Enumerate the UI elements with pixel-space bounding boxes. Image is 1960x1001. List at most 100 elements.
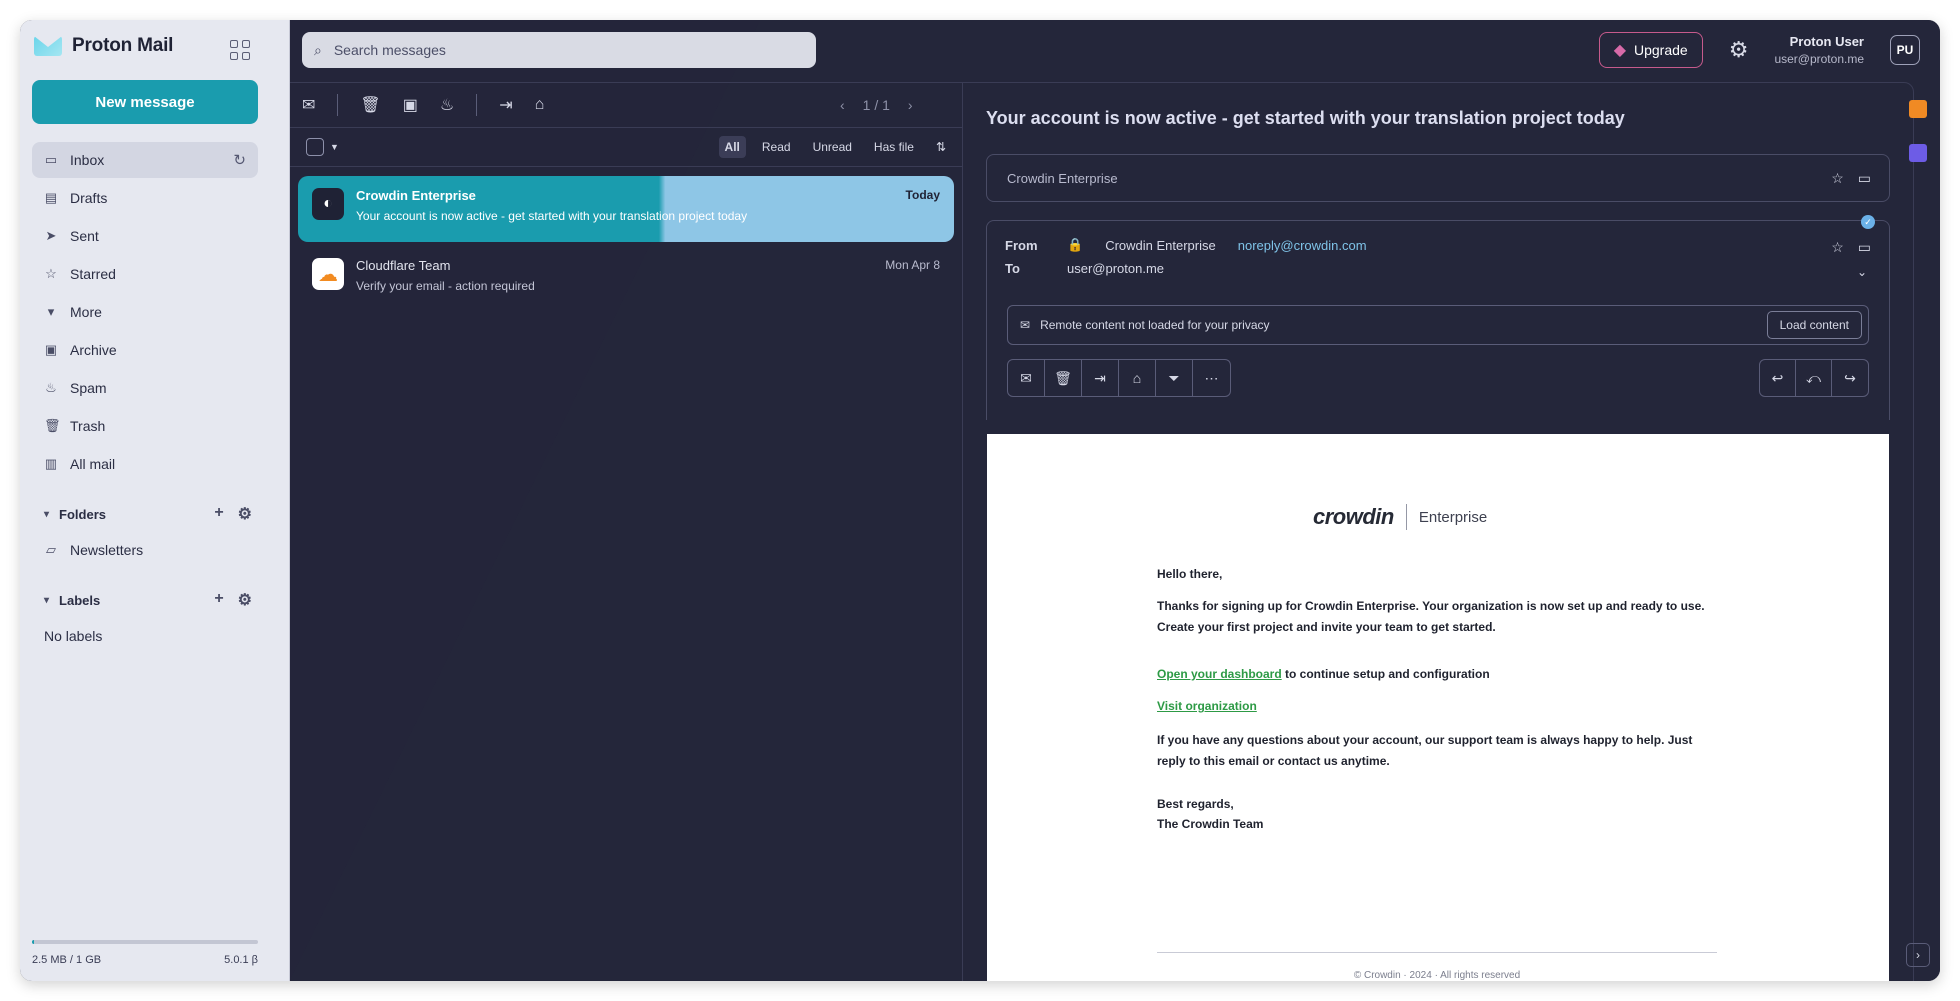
sent-icon: ➤ [45, 228, 57, 243]
greeting: Hello there, [1157, 567, 1223, 581]
label-tag-icon[interactable]: ⌂ [535, 96, 545, 114]
chevron-down-icon: ▾ [44, 594, 50, 606]
banner-text: Remote content not loaded for your priva… [1040, 318, 1270, 332]
email-subject: Verify your email - action required [356, 279, 535, 293]
app-name: Proton Mail [72, 35, 174, 56]
filter-all[interactable]: All [718, 136, 746, 158]
refresh-icon[interactable]: ↻ [233, 151, 246, 169]
chevron-down-icon[interactable]: ▼ [330, 142, 339, 152]
trash-icon[interactable]: 🗑 [360, 95, 380, 115]
inbox-icon: ▭ [1857, 239, 1871, 255]
calendar-icon[interactable] [1909, 144, 1927, 162]
version-text[interactable]: 5.0.1 [224, 954, 248, 966]
sidebar-item-inbox[interactable]: ▭ Inbox ↻ [32, 142, 258, 178]
mark-unread-icon[interactable]: ✉ [1008, 360, 1045, 396]
email-subject: Your account is now active - get started… [356, 209, 748, 223]
user-name: Proton User [1789, 34, 1864, 49]
user-menu[interactable]: Proton User user@proton.me [1774, 34, 1864, 66]
filter-has-file[interactable]: Has file [868, 136, 920, 158]
forward-icon[interactable]: ↪ [1832, 360, 1868, 396]
filter-read[interactable]: Read [756, 136, 797, 158]
link-row: Visit organization [1157, 696, 1717, 717]
list-item[interactable]: ◐ Crowdin Enterprise Your account is now… [298, 176, 954, 242]
sidebar-item-archive[interactable]: ▣ Archive [32, 332, 258, 368]
to-value[interactable]: user@proton.me [1067, 261, 1164, 276]
from-email[interactable]: noreply@crowdin.com [1238, 238, 1367, 253]
add-folder-icon[interactable]: + [214, 504, 223, 524]
envelope-icon: ✉ [1020, 318, 1031, 332]
filter-icon[interactable]: ⏷ [1156, 360, 1193, 396]
folder-icon: ▱ [46, 542, 56, 557]
trash-icon[interactable]: 🗑 [1045, 360, 1082, 396]
drafts-icon: ▤ [44, 190, 58, 205]
chevron-down-icon[interactable]: ⌄ [1857, 265, 1867, 279]
from-value[interactable]: Crowdin Enterprise [1105, 238, 1216, 253]
sidebar-item-trash[interactable]: 🗑 Trash [32, 408, 258, 444]
divider [337, 94, 339, 116]
load-content-button[interactable]: Load content [1766, 311, 1862, 339]
sidebar-item-sent[interactable]: ➤ Sent [32, 218, 258, 254]
label-tag-icon[interactable]: ⌂ [1119, 360, 1156, 396]
reply-all-icon[interactable]: ⤺ [1796, 360, 1832, 396]
search-input[interactable]: Search messages [334, 42, 446, 58]
move-to-folder-icon[interactable]: ⇥ [499, 95, 512, 115]
trash-icon: 🗑 [44, 418, 61, 433]
sidebar: Proton Mail New message ▭ Inbox ↻ ▤ Draf… [20, 20, 290, 981]
select-all-checkbox[interactable] [306, 138, 324, 156]
spam-icon[interactable]: ♨ [440, 95, 454, 115]
settings-gear-icon[interactable]: ⚙ [1729, 37, 1749, 63]
organization-link[interactable]: Visit organization [1157, 699, 1257, 713]
sidebar-item-drafts[interactable]: ▤ Drafts [32, 180, 258, 216]
upgrade-button[interactable]: ◆ Upgrade [1598, 32, 1703, 68]
archive-icon: ▣ [44, 342, 58, 357]
folder-settings-icon[interactable]: ⚙ [238, 504, 252, 524]
page-indicator[interactable]: 1 / 1 [863, 97, 890, 113]
mark-unread-icon[interactable]: ✉ [302, 95, 315, 115]
cloudflare-avatar-icon: ☁ [312, 258, 344, 290]
to-row: To user@proton.me [1005, 261, 1164, 276]
chevron-right-icon[interactable]: › [908, 97, 913, 113]
sidebar-item-all-mail[interactable]: ▥ All mail [32, 446, 258, 482]
dashboard-link[interactable]: Open your dashboard [1157, 667, 1282, 681]
move-to-folder-icon[interactable]: ⇥ [1082, 360, 1119, 396]
pagination: ‹ 1 / 1 › [840, 83, 913, 127]
star-icon[interactable]: ☆ [1831, 170, 1844, 187]
message-toolbar: ✉ 🗑 ⇥ ⌂ ⏷ ⋯ [1007, 359, 1231, 397]
avatar[interactable]: PU [1890, 35, 1920, 65]
folders-section[interactable]: ▾ Folders + ⚙ [32, 496, 258, 532]
sidebar-item-spam[interactable]: ♨ Spam [32, 370, 258, 406]
to-label: To [1005, 261, 1020, 276]
allmail-icon: ▥ [44, 456, 58, 471]
apps-grid-icon[interactable] [230, 40, 250, 60]
add-label-icon[interactable]: + [214, 590, 223, 610]
more-icon[interactable]: ⋯ [1193, 360, 1230, 396]
list-item[interactable]: ☁ Cloudflare Team Verify your email - ac… [298, 246, 954, 302]
sidebar-item-more[interactable]: ▾ More [32, 294, 258, 330]
storage-meter: 2.5 MB / 1 GB 5.0.1 β [32, 940, 258, 966]
chevron-right-icon[interactable]: › [1906, 943, 1930, 967]
new-message-button[interactable]: New message [32, 80, 258, 124]
paragraph: If you have any questions about your acc… [1157, 733, 1693, 768]
reply-icon[interactable]: ↩ [1760, 360, 1796, 396]
sort-icon[interactable]: ⇅ [930, 136, 952, 158]
label-settings-icon[interactable]: ⚙ [238, 590, 252, 610]
chevron-left-icon[interactable]: ‹ [840, 97, 845, 113]
spam-icon: ♨ [45, 380, 57, 395]
sidebar-item-label: All mail [70, 456, 116, 472]
archive-icon[interactable]: ▣ [403, 95, 418, 115]
star-icon[interactable]: ☆ [1831, 239, 1844, 256]
labels-section[interactable]: ▾ Labels + ⚙ [32, 582, 258, 618]
message-header: ✓ From 🔒 Crowdin Enterprise noreply@crow… [986, 215, 1890, 420]
filter-unread[interactable]: Unread [807, 136, 858, 158]
chevron-down-icon: ▾ [44, 508, 50, 520]
sidebar-folder-item[interactable]: ▱ Newsletters [32, 532, 258, 568]
app-logo[interactable]: Proton Mail [34, 34, 173, 58]
message-subject: Your account is now active - get started… [986, 108, 1625, 128]
contacts-icon[interactable] [1909, 100, 1927, 118]
reply-toolbar: ↩ ⤺ ↪ [1759, 359, 1869, 397]
proton-logo-icon [34, 34, 62, 58]
search-bar[interactable]: ⌕ Search messages [302, 32, 816, 68]
sidebar-item-starred[interactable]: ☆ Starred [32, 256, 258, 292]
collapsed-sender: Crowdin Enterprise [1007, 170, 1118, 186]
collapsed-message[interactable]: Crowdin Enterprise ☆ ▭ [986, 154, 1890, 202]
